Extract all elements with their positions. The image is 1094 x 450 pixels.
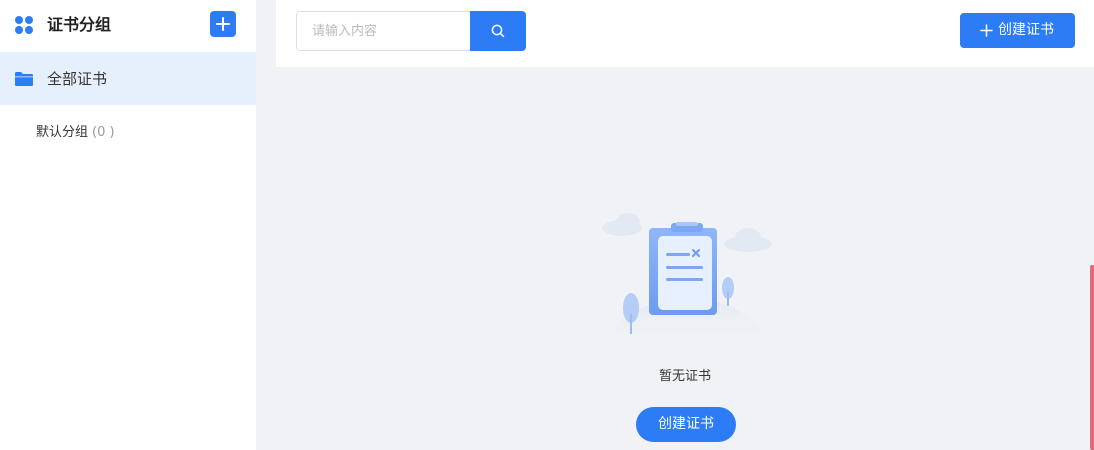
sidebar: 证书分组 全部证书 默认分组 (0 ) (0, 0, 256, 450)
create-certificate-button[interactable]: 创建证书 (960, 13, 1075, 48)
create-certificate-button-empty[interactable]: 创建证书 (636, 407, 736, 442)
group-label: 默认分组 (0 ) (36, 125, 115, 140)
group-count: (0 ) (92, 125, 115, 140)
search-icon (491, 24, 505, 38)
search-button[interactable] (470, 11, 526, 51)
add-group-button[interactable] (210, 11, 236, 37)
sidebar-header: 证书分组 (0, 0, 256, 51)
sidebar-item-label: 全部证书 (47, 70, 108, 88)
toolbar: 创建证书 (276, 0, 1094, 67)
empty-clipboard-illustration (602, 213, 776, 342)
grid-dots-icon (15, 16, 33, 34)
folder-icon (15, 72, 33, 86)
empty-state-message: 暂无证书 (658, 369, 711, 384)
scrollbar[interactable] (1090, 265, 1094, 450)
create-certificate-label: 创建证书 (998, 22, 1054, 38)
sidebar-item-all[interactable]: 全部证书 (0, 52, 256, 105)
search-input[interactable] (296, 11, 470, 51)
sidebar-item-default-group[interactable]: 默认分组 (0 ) (0, 118, 256, 148)
plus-icon (216, 17, 230, 31)
sidebar-title: 证书分组 (47, 15, 112, 34)
plus-icon (980, 24, 993, 37)
